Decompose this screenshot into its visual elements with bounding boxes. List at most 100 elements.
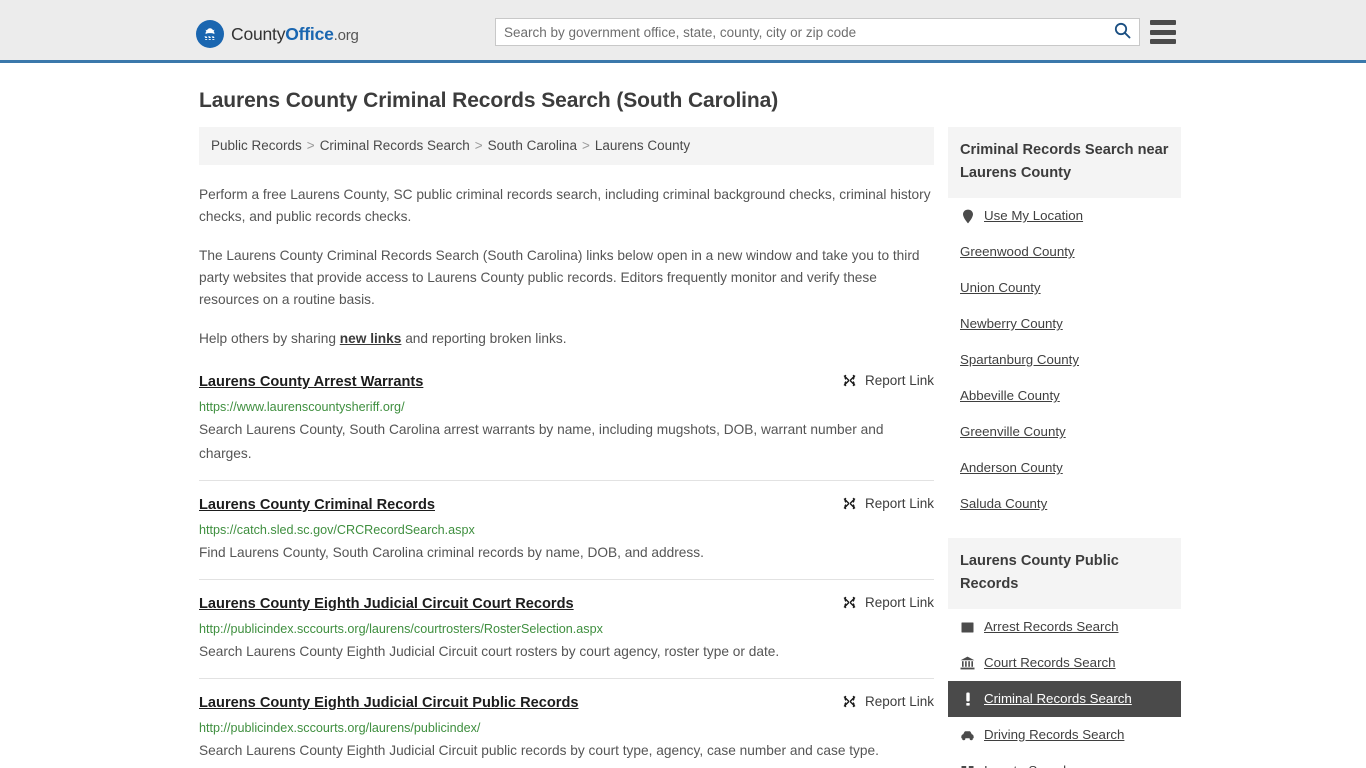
sidebar-item-saluda-county[interactable]: Saluda County: [948, 486, 1181, 522]
sidebar-public-records-box: Laurens County Public Records Arrest Rec…: [948, 538, 1181, 768]
broken-link-icon: [842, 496, 857, 511]
sidebar-item-label[interactable]: Arrest Records Search: [984, 618, 1119, 636]
sidebar-item-court-records-search[interactable]: Court Records Search: [948, 645, 1181, 681]
sidebar-item-label[interactable]: Newberry County: [960, 315, 1063, 333]
jail-icon: [960, 764, 975, 768]
sidebar-item-label[interactable]: Saluda County: [960, 495, 1047, 513]
hamburger-bar: [1150, 20, 1176, 25]
breadcrumb-item-south-carolina[interactable]: South Carolina: [488, 138, 577, 153]
exclamation-icon: [960, 692, 975, 707]
fingerprint-card-icon: [960, 620, 975, 635]
result-description: Search Laurens County Eighth Judicial Ci…: [199, 644, 780, 659]
sidebar: Criminal Records Search near Laurens Cou…: [948, 127, 1181, 768]
sidebar-item-driving-records-search[interactable]: Driving Records Search: [948, 717, 1181, 753]
site-logo[interactable]: CountyOffice.org: [196, 20, 359, 48]
search-input[interactable]: [496, 19, 1105, 45]
search-icon: [1114, 22, 1131, 42]
sidebar-item-spartanburg-county[interactable]: Spartanburg County: [948, 342, 1181, 378]
sidebar-item-arrest-records-search[interactable]: Arrest Records Search: [948, 609, 1181, 645]
result-title[interactable]: Laurens County Eighth Judicial Circuit C…: [199, 594, 574, 614]
result-url: http://publicindex.sccourts.org/laurens/…: [199, 721, 481, 735]
sidebar-item-label[interactable]: Inmate Search: [984, 762, 1070, 768]
sidebar-item-anderson-county[interactable]: Anderson County: [948, 450, 1181, 486]
site-header: CountyOffice.org: [0, 0, 1366, 63]
sidebar-item-label[interactable]: Anderson County: [960, 459, 1063, 477]
hamburger-bar: [1150, 39, 1176, 44]
hamburger-menu-icon[interactable]: [1150, 20, 1176, 44]
broken-link-icon: [842, 595, 857, 610]
result-description: Search Laurens County, South Carolina ar…: [199, 422, 884, 461]
sidebar-item-use-my-location[interactable]: Use My Location: [948, 198, 1181, 234]
breadcrumb-item-public-records[interactable]: Public Records: [211, 138, 302, 153]
breadcrumb: Public Records > Criminal Records Search > S…: [199, 127, 934, 165]
report-link-button[interactable]: Report Link: [842, 373, 934, 388]
result-description: Find Laurens County, South Carolina crim…: [199, 545, 704, 560]
broken-link-icon: [842, 694, 857, 709]
result-title[interactable]: Laurens County Criminal Records: [199, 495, 435, 515]
eagle-seal-icon: [196, 20, 224, 48]
map-pin-icon: [960, 209, 975, 224]
result-description: Search Laurens County Eighth Judicial Ci…: [199, 743, 879, 758]
intro-paragraph-3: Help others by sharing new links and rep…: [199, 328, 934, 350]
sidebar-item-label[interactable]: Court Records Search: [984, 654, 1116, 672]
breadcrumb-separator: >: [306, 138, 315, 153]
sidebar-nearby-list: Use My Location Greenwood County Union C…: [948, 198, 1181, 522]
sidebar-item-abbeville-county[interactable]: Abbeville County: [948, 378, 1181, 414]
page-body: Laurens County Criminal Records Search (…: [0, 89, 1366, 768]
intro-paragraph-3-prefix: Help others by sharing: [199, 331, 340, 346]
sidebar-item-label[interactable]: Use My Location: [984, 207, 1083, 225]
result-title[interactable]: Laurens County Arrest Warrants: [199, 372, 423, 392]
report-link-button[interactable]: Report Link: [842, 496, 934, 511]
result-item: Laurens County Criminal Records Report L…: [199, 495, 934, 580]
logo-text-office: Office: [285, 23, 334, 44]
courthouse-icon: [960, 656, 975, 671]
sidebar-item-label[interactable]: Greenville County: [960, 423, 1066, 441]
sidebar-item-criminal-records-search[interactable]: Criminal Records Search: [948, 681, 1181, 717]
sidebar-item-newberry-county[interactable]: Newberry County: [948, 306, 1181, 342]
result-title[interactable]: Laurens County Eighth Judicial Circuit P…: [199, 693, 579, 713]
sidebar-item-label[interactable]: Abbeville County: [960, 387, 1060, 405]
report-link-button[interactable]: Report Link: [842, 595, 934, 610]
sidebar-public-records-heading: Laurens County Public Records: [948, 538, 1181, 609]
intro-text: Perform a free Laurens County, SC public…: [199, 184, 934, 350]
logo-text-org: .org: [333, 26, 359, 44]
broken-link-icon: [842, 373, 857, 388]
logo-text-county: County: [231, 23, 286, 44]
result-list: Laurens County Arrest Warrants Report Li…: [199, 372, 934, 768]
page-title: Laurens County Criminal Records Search (…: [199, 89, 779, 112]
result-item: Laurens County Eighth Judicial Circuit P…: [199, 693, 934, 768]
car-icon: [960, 728, 975, 743]
intro-paragraph-2: The Laurens County Criminal Records Sear…: [199, 248, 920, 307]
breadcrumb-separator: >: [474, 138, 483, 153]
breadcrumb-item-laurens-county[interactable]: Laurens County: [595, 138, 690, 153]
sidebar-item-label[interactable]: Driving Records Search: [984, 726, 1124, 744]
search-bar[interactable]: [495, 18, 1140, 46]
sidebar-item-label[interactable]: Union County: [960, 279, 1041, 297]
breadcrumb-item-criminal-records-search[interactable]: Criminal Records Search: [320, 138, 470, 153]
report-link-button[interactable]: Report Link: [842, 694, 934, 709]
sidebar-nearby-heading: Criminal Records Search near Laurens Cou…: [948, 127, 1181, 198]
intro-paragraph-3-suffix: and reporting broken links.: [401, 331, 567, 346]
sidebar-item-union-county[interactable]: Union County: [948, 270, 1181, 306]
report-link-label: Report Link: [864, 595, 934, 610]
sidebar-public-records-list: Arrest Records Search Court Records Sear…: [948, 609, 1181, 768]
intro-paragraph-1: Perform a free Laurens County, SC public…: [199, 187, 931, 224]
sidebar-nearby-box: Criminal Records Search near Laurens Cou…: [948, 127, 1181, 522]
sidebar-item-greenville-county[interactable]: Greenville County: [948, 414, 1181, 450]
new-links-link[interactable]: new links: [340, 331, 402, 346]
report-link-label: Report Link: [864, 496, 934, 511]
report-link-label: Report Link: [864, 694, 934, 709]
sidebar-item-label[interactable]: Greenwood County: [960, 243, 1075, 261]
report-link-label: Report Link: [864, 373, 934, 388]
main-content: Public Records > Criminal Records Search > S…: [199, 127, 934, 768]
logo-text: CountyOffice.org: [231, 24, 359, 45]
sidebar-item-label[interactable]: Spartanburg County: [960, 351, 1079, 369]
sidebar-item-inmate-search[interactable]: Inmate Search: [948, 753, 1181, 768]
result-item: Laurens County Eighth Judicial Circuit C…: [199, 594, 934, 679]
search-button[interactable]: [1105, 19, 1139, 45]
sidebar-item-label[interactable]: Criminal Records Search: [984, 690, 1132, 708]
result-item: Laurens County Arrest Warrants Report Li…: [199, 372, 934, 481]
hamburger-bar: [1150, 29, 1176, 35]
sidebar-item-greenwood-county[interactable]: Greenwood County: [948, 234, 1181, 270]
result-url: http://publicindex.sccourts.org/laurens/…: [199, 622, 603, 636]
